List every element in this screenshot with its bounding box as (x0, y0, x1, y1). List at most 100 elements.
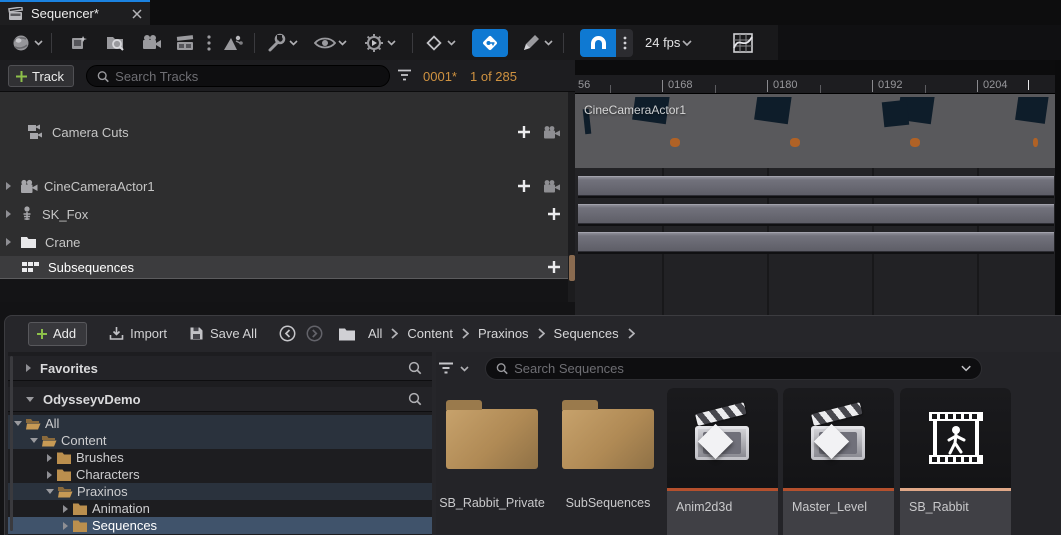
tree-item-all[interactable]: All (8, 415, 432, 432)
wrench-icon[interactable] (261, 29, 291, 57)
tab-sequencer[interactable]: Sequencer* (0, 0, 150, 25)
folder-large-icon (446, 409, 538, 469)
expand-arrow-icon[interactable] (47, 471, 52, 479)
collapse-arrow-icon[interactable] (46, 489, 54, 494)
snap-options-button[interactable] (616, 29, 633, 57)
asset-search-box[interactable] (485, 357, 982, 380)
chevron-down-icon[interactable] (338, 40, 347, 46)
breadcrumb-content[interactable]: Content (407, 326, 453, 341)
world-outliner-icon[interactable] (6, 29, 36, 57)
chevron-down-icon[interactable] (387, 40, 396, 46)
filter-icon[interactable] (438, 362, 454, 375)
chevron-down-icon[interactable] (460, 366, 469, 372)
track-search-input[interactable] (115, 69, 379, 84)
edit-pen-icon[interactable] (516, 29, 546, 57)
track-search-box[interactable] (86, 65, 390, 87)
chevron-down-icon[interactable] (544, 40, 553, 46)
add-section-button[interactable] (547, 207, 561, 221)
filmstrip-thumbnail[interactable] (745, 97, 857, 163)
clapperboard-icon[interactable] (170, 29, 200, 57)
add-section-button[interactable] (517, 125, 531, 139)
tree-item-sequences[interactable]: Sequences (8, 517, 432, 534)
section-bar-sk-fox[interactable] (578, 204, 1054, 224)
create-camera-icon[interactable] (64, 29, 94, 57)
add-button[interactable]: Add (28, 322, 87, 346)
expand-arrow-icon[interactable] (6, 182, 11, 190)
back-button[interactable] (279, 325, 296, 342)
ruler-tick-major (872, 80, 873, 92)
snap-magnet-button[interactable] (580, 29, 616, 57)
expand-arrow-icon[interactable] (6, 238, 11, 246)
chevron-down-icon[interactable] (447, 40, 456, 46)
breadcrumb-all[interactable]: All (368, 326, 382, 341)
filmstrip-thumbnail[interactable] (1000, 97, 1055, 163)
chevron-down-icon[interactable] (34, 40, 43, 46)
view-options-icon[interactable] (310, 29, 340, 57)
subsequences-icon (22, 261, 40, 273)
plus-icon (15, 70, 28, 83)
chevron-down-icon[interactable] (961, 365, 971, 372)
path-folder-icon[interactable] (338, 327, 356, 341)
camera-lock-button[interactable] (541, 125, 561, 140)
playback-options-icon[interactable] (359, 29, 389, 57)
collapse-arrow-icon[interactable] (30, 438, 38, 443)
expand-arrow-icon[interactable] (26, 364, 31, 372)
tree-item-animation[interactable]: Animation (8, 500, 432, 517)
chevron-down-icon[interactable] (289, 40, 298, 46)
asset-card-anim2d3d[interactable]: Anim2d3d (667, 388, 778, 535)
add-track-button[interactable]: Track (8, 65, 74, 87)
search-icon[interactable] (408, 361, 422, 375)
track-filter-icon[interactable] (397, 69, 412, 82)
track-row-sk-fox[interactable]: SK_Fox (0, 203, 569, 225)
vertical-dots-icon[interactable] (200, 29, 218, 57)
open-folder-icon (25, 417, 41, 430)
breadcrumb-sequences[interactable]: Sequences (554, 326, 619, 341)
save-all-button[interactable]: Save All (189, 326, 257, 341)
actor-sequence-icon[interactable] (218, 29, 248, 57)
tree-item-praxinos[interactable]: Praxinos (8, 483, 432, 500)
tree-item-content[interactable]: Content (8, 432, 432, 449)
sources-scrollbar[interactable] (10, 356, 13, 531)
open-folder-icon (57, 485, 73, 498)
collection-header[interactable]: OdysseyvDemo (8, 387, 432, 412)
add-section-button[interactable] (547, 260, 561, 274)
tree-item-characters[interactable]: Characters (8, 466, 432, 483)
chevron-down-icon[interactable] (682, 40, 692, 46)
current-frame-value[interactable]: 0001* (423, 69, 457, 84)
curve-editor-icon[interactable] (728, 29, 758, 57)
track-row-camera-cuts[interactable]: Camera Cuts (0, 118, 569, 146)
expand-arrow-icon[interactable] (63, 505, 68, 513)
collapse-arrow-icon[interactable] (26, 397, 34, 402)
camera-lock-button[interactable] (541, 179, 561, 194)
tree-item-brushes[interactable]: Brushes (8, 449, 432, 466)
add-section-button[interactable] (517, 179, 531, 193)
asset-search-input[interactable] (514, 361, 955, 376)
section-bar-crane[interactable] (578, 232, 1054, 252)
camera-icon[interactable] (136, 29, 166, 57)
search-icon[interactable] (408, 392, 422, 406)
find-in-content-browser-icon[interactable] (100, 29, 130, 57)
fps-value[interactable]: 24 fps (645, 35, 680, 50)
favorites-header[interactable]: Favorites (8, 356, 432, 381)
track-row-crane[interactable]: Crane (0, 231, 569, 253)
close-icon[interactable] (132, 9, 142, 19)
asset-card-sb-rabbit[interactable]: SB_Rabbit (900, 388, 1011, 535)
import-button[interactable]: Import (109, 326, 167, 341)
filmstrip-thumbnail[interactable] (872, 97, 984, 163)
frame-range-value[interactable]: 1 of 285 (470, 69, 517, 84)
expand-arrow-icon[interactable] (63, 522, 68, 530)
collapse-arrow-icon[interactable] (14, 421, 22, 426)
expand-arrow-icon[interactable] (47, 454, 52, 462)
auto-key-button[interactable] (472, 29, 508, 57)
breadcrumb-chevron-icon[interactable] (628, 328, 635, 339)
keyframe-diamond-icon[interactable] (419, 29, 449, 57)
level-sequence-icon (783, 388, 894, 488)
section-bar-cinecameraactor1[interactable] (578, 176, 1054, 196)
forward-button[interactable] (306, 325, 323, 342)
asset-card-master-level[interactable]: Master_Level (783, 388, 894, 535)
track-row-cinecameraactor1[interactable]: CineCameraActor1 (0, 175, 569, 197)
track-row-subsequences[interactable]: Subsequences (0, 256, 569, 279)
breadcrumb-praxinos[interactable]: Praxinos (478, 326, 529, 341)
expand-arrow-icon[interactable] (6, 210, 11, 218)
content-browser-assets: SB_Rabbit_Private SubSequences Anim2d3d … (436, 352, 1061, 535)
